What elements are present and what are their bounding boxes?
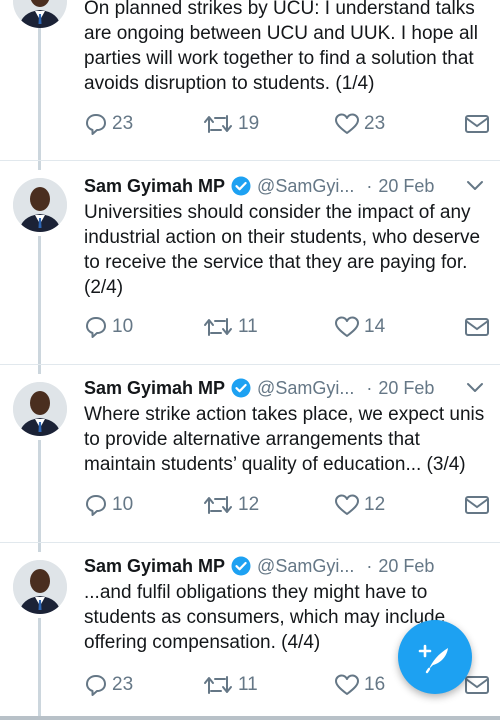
compose-tweet-button[interactable] [398, 620, 472, 694]
separator: · [366, 555, 373, 576]
avatar[interactable] [13, 178, 67, 232]
direct-message-button[interactable] [464, 109, 490, 139]
reply-icon [86, 114, 106, 135]
tweet-text: Where strike action takes place, we expe… [84, 404, 485, 475]
direct-message-button[interactable] [464, 670, 490, 700]
thread-connector [38, 618, 41, 720]
reply-count: 23 [112, 674, 134, 695]
tweet-date[interactable]: 20 Feb [378, 176, 434, 197]
like-count: 14 [364, 316, 386, 337]
tweet-date[interactable]: 20 Feb [378, 556, 434, 577]
heart-icon [335, 113, 359, 134]
reply-button[interactable]: 23 [84, 109, 133, 139]
direct-message-button[interactable] [464, 490, 490, 520]
tweet-divider [0, 160, 500, 161]
direct-message-icon [465, 115, 489, 133]
retweet-count: 11 [238, 674, 258, 695]
compose-tweet-icon [418, 644, 448, 674]
direct-message-icon [465, 318, 489, 336]
chevron-down-icon[interactable] [466, 180, 484, 192]
avatar[interactable] [13, 382, 67, 436]
separator: · [366, 377, 373, 398]
tweet-date[interactable]: 20 Feb [378, 378, 434, 399]
bottom-edge [0, 716, 500, 720]
like-button[interactable]: 16 [334, 670, 385, 700]
retweet-icon [204, 496, 232, 514]
author-name[interactable]: Sam Gyimah MP [84, 556, 225, 577]
retweet-count: 11 [238, 316, 258, 337]
author-handle[interactable]: @SamGyi... [257, 556, 354, 577]
tweet-divider [0, 542, 500, 543]
retweet-icon [204, 318, 232, 336]
heart-icon [335, 494, 359, 515]
retweet-count: 19 [238, 113, 260, 134]
tweet-header: Sam Gyimah MP @SamGyi... · 20 Feb [84, 553, 434, 579]
thread-connector [38, 440, 41, 552]
verified-badge-icon [231, 176, 251, 196]
retweet-count: 12 [238, 494, 260, 515]
retweet-icon [204, 676, 232, 694]
separator: · [366, 175, 373, 196]
tweet-text: Universities should consider the impact … [84, 202, 481, 298]
reply-count: 10 [112, 494, 134, 515]
reply-button[interactable]: 10 [84, 312, 133, 342]
verified-badge-icon [231, 556, 251, 576]
reply-count: 10 [112, 316, 134, 337]
heart-icon [335, 316, 359, 337]
direct-message-button[interactable] [464, 312, 490, 342]
like-button[interactable]: 12 [334, 490, 385, 520]
verified-badge-icon [231, 378, 251, 398]
like-count: 23 [364, 113, 386, 134]
retweet-button[interactable]: 19 [202, 109, 259, 139]
avatar[interactable] [13, 560, 67, 614]
tweet-actions: 10 12 12 [84, 490, 494, 520]
retweet-icon [204, 115, 232, 133]
like-button[interactable]: 14 [334, 312, 385, 342]
direct-message-icon [465, 496, 489, 514]
reply-icon [86, 317, 106, 338]
author-name[interactable]: Sam Gyimah MP [84, 378, 225, 399]
reply-icon [86, 675, 106, 696]
tweet-actions: 23 19 23 [84, 109, 494, 139]
reply-count: 23 [112, 113, 134, 134]
thread-connector [38, 236, 41, 374]
like-count: 12 [364, 494, 386, 515]
retweet-button[interactable]: 12 [202, 490, 259, 520]
reply-icon [86, 495, 106, 516]
tweet-header: Sam Gyimah MP @SamGyi... · 20 Feb [84, 375, 434, 401]
direct-message-icon [465, 676, 489, 694]
like-count: 16 [364, 674, 386, 695]
retweet-button[interactable]: 11 [202, 670, 258, 700]
retweet-button[interactable]: 11 [202, 312, 258, 342]
chevron-down-icon[interactable] [466, 382, 484, 394]
author-handle[interactable]: @SamGyi... [257, 378, 354, 399]
tweet-actions: 10 11 14 [84, 312, 494, 342]
reply-button[interactable]: 10 [84, 490, 133, 520]
reply-button[interactable]: 23 [84, 670, 133, 700]
author-name[interactable]: Sam Gyimah MP [84, 176, 225, 197]
avatar[interactable] [13, 0, 67, 28]
tweet-divider [0, 364, 500, 365]
like-button[interactable]: 23 [334, 109, 385, 139]
tweet-header: Sam Gyimah MP @SamGyi... · 20 Feb [84, 173, 434, 199]
heart-icon [335, 674, 359, 695]
author-handle[interactable]: @SamGyi... [257, 176, 354, 197]
tweet-text: On planned strikes by UCU: I understand … [84, 0, 478, 94]
